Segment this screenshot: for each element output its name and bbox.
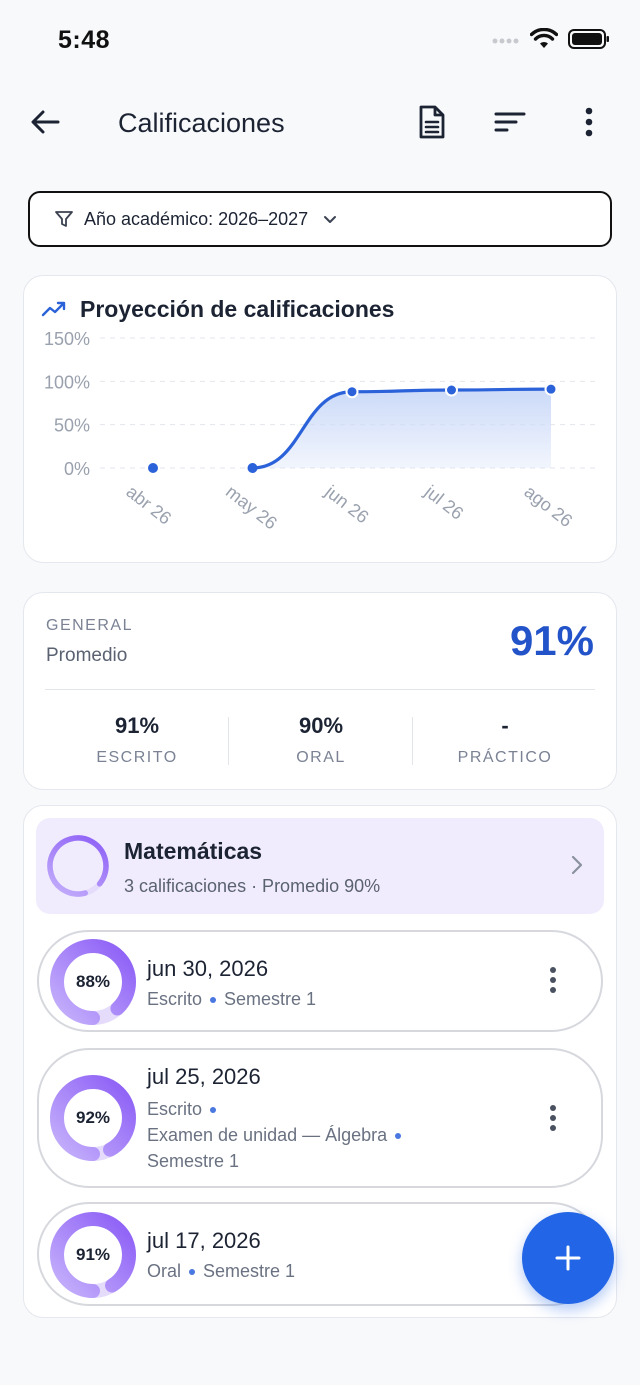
separator-dot bbox=[210, 1107, 217, 1114]
stat-label: PRÁCTICO bbox=[457, 749, 553, 766]
wifi-icon bbox=[530, 28, 558, 48]
chevron-down-icon bbox=[324, 216, 337, 223]
subject-header[interactable]: Matemáticas 3 calificaciones · Promedio … bbox=[36, 818, 604, 914]
chart-point[interactable] bbox=[445, 383, 458, 397]
grade-type: Escrito bbox=[147, 989, 203, 1009]
separator-dot bbox=[210, 997, 217, 1004]
grade-item[interactable]: 88% jun 30, 2026 Escrito Semestre 1 bbox=[37, 930, 603, 1032]
grade-semester: Semestre 1 bbox=[224, 989, 317, 1009]
grade-semester: Semestre 1 bbox=[203, 1261, 296, 1281]
stat-written: 91% ESCRITO bbox=[45, 713, 229, 767]
separator-dot bbox=[189, 1269, 196, 1276]
grade-date: jul 25, 2026 bbox=[147, 1064, 261, 1089]
summary-sublabel: Promedio bbox=[46, 645, 128, 666]
filter-icon bbox=[55, 211, 73, 227]
back-button[interactable] bbox=[28, 104, 64, 140]
battery-icon bbox=[568, 29, 609, 49]
subject-meta: 3 calificaciones · Promedio 90% bbox=[124, 876, 381, 896]
sort-button[interactable] bbox=[492, 104, 528, 140]
grade-meta: Oral Semestre 1 bbox=[147, 1261, 295, 1282]
grade-description: Examen de unidad — Álgebra bbox=[147, 1125, 388, 1145]
y-tick-label: 150% bbox=[44, 329, 90, 349]
grade-type: Oral bbox=[147, 1261, 182, 1281]
more-vertical-icon bbox=[585, 107, 593, 137]
subject-name: Matemáticas bbox=[124, 838, 263, 864]
chart-point[interactable] bbox=[345, 385, 359, 399]
sort-icon bbox=[494, 112, 526, 132]
y-tick-label: 0% bbox=[64, 459, 90, 479]
subject-progress-ring bbox=[47, 835, 109, 897]
status-bar: 5:48 bbox=[0, 0, 640, 80]
academic-year-filter[interactable]: Año académico: 2026–2027 bbox=[28, 191, 612, 247]
chart-point[interactable] bbox=[148, 463, 158, 473]
summary-card: GENERAL Promedio 91% 91% ESCRITO 90% ORA… bbox=[23, 592, 617, 790]
more-vertical-icon[interactable] bbox=[549, 966, 557, 994]
y-tick-label: 50% bbox=[54, 416, 90, 436]
more-options-button[interactable] bbox=[571, 104, 607, 140]
chart-area bbox=[252, 389, 551, 468]
grade-meta: Examen de unidad — Álgebra bbox=[147, 1125, 409, 1146]
document-icon bbox=[419, 105, 445, 139]
ring-progress bbox=[47, 835, 109, 897]
stat-label: ESCRITO bbox=[96, 749, 178, 766]
summary-label: GENERAL bbox=[46, 617, 133, 634]
grade-meta: Escrito Semestre 1 bbox=[147, 989, 316, 1010]
filter-label: Año académico: 2026–2027 bbox=[84, 208, 309, 229]
grade-meta: Semestre 1 bbox=[147, 1151, 239, 1172]
plus-icon bbox=[555, 1245, 581, 1271]
chevron-right-icon bbox=[571, 855, 583, 875]
signal-icon bbox=[492, 38, 519, 44]
arrow-left-icon bbox=[31, 110, 60, 134]
grade-meta: Escrito bbox=[147, 1099, 224, 1120]
x-tick-label: abr 26 bbox=[123, 481, 176, 528]
grade-percent: 88% bbox=[75, 972, 111, 991]
grade-item[interactable]: 92% jul 25, 2026 Escrito Examen de unida… bbox=[37, 1048, 603, 1188]
chart-point[interactable] bbox=[544, 382, 558, 396]
grade-item[interactable]: 91% jul 17, 2026 Oral Semestre 1 bbox=[37, 1202, 603, 1306]
status-time: 5:48 bbox=[58, 26, 111, 54]
x-tick-label: may 26 bbox=[222, 481, 281, 533]
grade-type: Escrito bbox=[147, 1099, 203, 1119]
x-tick-label: jun 26 bbox=[321, 481, 373, 528]
stat-value: - bbox=[501, 713, 509, 738]
stat-oral: 90% ORAL bbox=[229, 713, 413, 767]
separator-dot bbox=[395, 1133, 402, 1140]
status-icons bbox=[492, 28, 610, 50]
grade-date: jul 17, 2026 bbox=[147, 1228, 261, 1253]
grade-date: jun 30, 2026 bbox=[147, 956, 269, 981]
more-vertical-icon[interactable] bbox=[549, 1104, 557, 1132]
overall-average: 91% bbox=[509, 617, 594, 664]
chart-point[interactable] bbox=[247, 463, 258, 473]
x-tick-label: ago 26 bbox=[521, 481, 577, 531]
x-tick-label: jul 26 bbox=[420, 481, 467, 524]
divider bbox=[45, 689, 595, 690]
add-grade-button[interactable] bbox=[522, 1212, 614, 1304]
stat-practical: - PRÁCTICO bbox=[413, 713, 597, 767]
stat-label: ORAL bbox=[296, 749, 346, 766]
grade-projection-card: 150% 100% 50% 0% abr 26 may 26 jun 26 jul 26 ago… bbox=[23, 275, 617, 563]
y-tick-label: 100% bbox=[44, 372, 90, 392]
app-bar: Calificaciones bbox=[0, 90, 640, 160]
trending-up-icon bbox=[41, 301, 66, 317]
stat-value: 90% bbox=[298, 713, 344, 738]
grade-semester: Semestre 1 bbox=[147, 1151, 240, 1171]
grade-percent: 92% bbox=[75, 1108, 111, 1127]
page-title: Calificaciones bbox=[118, 108, 285, 138]
chart-title: Proyección de calificaciones bbox=[80, 296, 395, 322]
report-button[interactable] bbox=[414, 104, 450, 140]
stat-value: 91% bbox=[114, 713, 160, 738]
grade-percent: 91% bbox=[75, 1245, 111, 1264]
